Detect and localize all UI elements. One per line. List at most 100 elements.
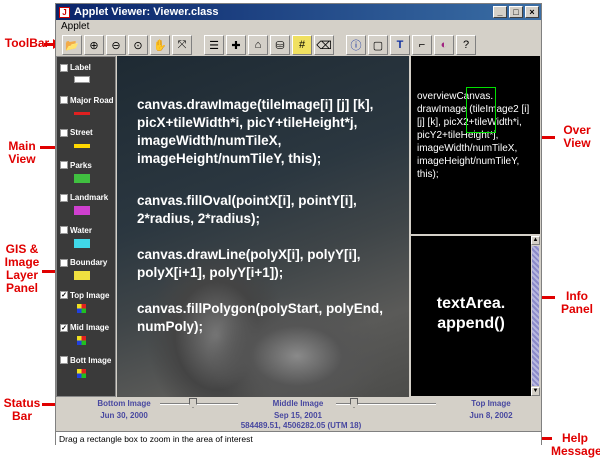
callout-toolbar-arrow — [44, 39, 61, 49]
layer-row[interactable]: Water — [60, 226, 116, 235]
top-image-name: Top Image — [471, 399, 511, 408]
slider-track-left[interactable] — [160, 403, 238, 405]
layer-row[interactable]: ✓ Top Image — [60, 291, 116, 300]
overview-panel[interactable]: overviewCanvas. drawImage (tileImage2 [i… — [411, 56, 540, 234]
layer-row[interactable]: Label — [60, 63, 116, 72]
layer-row[interactable]: Bott Image — [60, 356, 116, 365]
bottom-image-name: Bottom Image — [97, 399, 151, 408]
layer-label: Top Image — [70, 290, 110, 300]
bucket-icon[interactable]: ⛁ — [270, 35, 290, 55]
layer-swatch — [74, 111, 90, 115]
info-text: textArea. append() — [436, 295, 506, 332]
middle-image-label: Middle Image Sep 15, 2001 — [258, 399, 338, 420]
scroll-down-button[interactable]: ▼ — [531, 387, 540, 396]
pan-hand-icon[interactable]: ✋ — [150, 35, 170, 55]
toolbar: 📂 ⊕ ⊖ ⊙ ✋ ⤧ ☰ ✚ ⌂ ⛁ # ⌫ ⓘ ▢ T ⌐ ◐ ? — [56, 34, 541, 56]
window-title: Applet Viewer: Viewer.class — [74, 6, 219, 18]
top-image-date: Jun 8, 2002 — [469, 411, 513, 420]
help-icon[interactable]: ? — [456, 35, 476, 55]
callout-main-view: Main View — [8, 139, 36, 166]
callout-status-bar: Status Bar — [3, 396, 41, 423]
main-view[interactable]: canvas.drawImage(tileImage[i] [j] [k], p… — [117, 56, 409, 397]
polyline-icon[interactable]: ⌐ — [412, 35, 432, 55]
layer-label: Bott Image — [70, 355, 112, 365]
callout-help-message: Help Message — [551, 431, 600, 458]
zoom-out-icon[interactable]: ⊖ — [106, 35, 126, 55]
callout-over-view: Over View — [563, 123, 591, 150]
layers-icon[interactable]: ☰ — [204, 35, 224, 55]
layer-swatch — [74, 173, 90, 183]
bottom-image-label: Bottom Image Jun 30, 2000 — [84, 399, 164, 420]
layer-label: Water — [70, 225, 92, 235]
clip-icon[interactable]: ◐ — [434, 35, 454, 55]
fit-icon[interactable]: ⤧ — [172, 35, 192, 55]
measure-icon[interactable]: ⌂ — [248, 35, 268, 55]
layer-row[interactable]: Parks — [60, 161, 116, 170]
rounded-rect-icon[interactable]: ▢ — [368, 35, 388, 55]
scroll-thumb[interactable] — [532, 246, 539, 386]
coordinate-readout: 584489.51, 4506282.05 (UTM 18) — [240, 421, 362, 430]
bottom-image-date: Jun 30, 2000 — [100, 411, 148, 420]
layer-row[interactable]: Landmark — [60, 193, 116, 202]
overview-viewport-box[interactable] — [466, 87, 496, 133]
layer-checkbox[interactable] — [60, 258, 68, 267]
layer-swatch — [74, 238, 90, 248]
middle-image-name: Middle Image — [272, 399, 324, 408]
grid-icon[interactable]: # — [292, 35, 312, 55]
layer-label: Mid Image — [70, 323, 110, 332]
layer-checkbox[interactable] — [60, 96, 68, 105]
layer-checkbox[interactable] — [60, 63, 68, 72]
top-image-label: Top Image Jun 8, 2002 — [451, 399, 531, 420]
layer-swatch — [74, 206, 90, 215]
info-panel[interactable]: textArea. append() — [411, 236, 531, 396]
callout-gis-panel: GIS & Image Layer Panel — [4, 242, 40, 295]
info-scrollbar[interactable]: ▲ ▼ — [531, 236, 540, 396]
open-icon[interactable]: 📂 — [62, 35, 82, 55]
slider-knob-left[interactable] — [189, 398, 197, 408]
layer-label: Label — [70, 63, 91, 72]
layer-checkbox[interactable] — [60, 128, 68, 137]
layer-swatch — [74, 76, 90, 83]
zoom-custom-icon[interactable]: ⊙ — [128, 35, 148, 55]
layer-label: Landmark — [70, 193, 109, 202]
layer-label: Parks — [70, 160, 92, 170]
layer-checkbox[interactable] — [60, 356, 68, 365]
middle-image-date: Sep 15, 2001 — [273, 411, 323, 420]
layer-row[interactable]: Boundary — [60, 258, 116, 267]
layer-swatch — [77, 303, 86, 313]
layer-row[interactable]: Street — [60, 128, 116, 137]
java-app-icon: J — [59, 6, 70, 18]
layer-checkbox[interactable]: ✓ — [60, 291, 68, 300]
callout-info-panel: Info Panel — [560, 289, 593, 316]
minimize-button[interactable]: _ — [493, 6, 507, 18]
layer-checkbox[interactable] — [60, 226, 68, 235]
main-code-2: canvas.fillOval(pointX[i], pointY[i], 2*… — [137, 193, 357, 226]
maximize-button[interactable]: □ — [509, 6, 523, 18]
layer-swatch — [77, 368, 86, 378]
layer-label: Street — [70, 128, 93, 137]
text-icon[interactable]: T — [390, 35, 410, 55]
slider-knob-right[interactable] — [350, 398, 358, 408]
info-icon[interactable]: ⓘ — [346, 35, 366, 55]
help-message: Drag a rectangle box to zoom in the area… — [56, 431, 541, 445]
close-button[interactable]: × — [525, 6, 539, 18]
layer-checkbox[interactable] — [60, 193, 68, 202]
main-code-4: canvas.fillPolygon(polyStart, polyEnd, n… — [137, 301, 384, 334]
zoom-in-icon[interactable]: ⊕ — [84, 35, 104, 55]
layer-swatch — [77, 336, 86, 345]
title-bar: J Applet Viewer: Viewer.class _ □ × — [56, 4, 541, 20]
layer-checkbox[interactable] — [60, 161, 68, 170]
layer-row[interactable]: ✓ Mid Image — [60, 323, 116, 332]
layer-label: Major Road — [70, 95, 114, 105]
eraser-icon[interactable]: ⌫ — [314, 35, 334, 55]
applet-window: J Applet Viewer: Viewer.class _ □ × Appl… — [55, 3, 542, 445]
layer-swatch — [74, 271, 90, 280]
main-code-3: canvas.drawLine(polyX[i], polyY[i], poly… — [137, 247, 361, 280]
layer-row[interactable]: Major Road — [60, 96, 116, 105]
scroll-up-button[interactable]: ▲ — [531, 236, 540, 245]
main-code-1: canvas.drawImage(tileImage[i] [j] [k], p… — [137, 97, 374, 166]
layer-checkbox[interactable]: ✓ — [60, 323, 68, 332]
status-bar: Bottom Image Jun 30, 2000 Middle Image S… — [56, 397, 541, 431]
crosshair-icon[interactable]: ✚ — [226, 35, 246, 55]
menu-applet[interactable]: Applet — [61, 21, 89, 32]
